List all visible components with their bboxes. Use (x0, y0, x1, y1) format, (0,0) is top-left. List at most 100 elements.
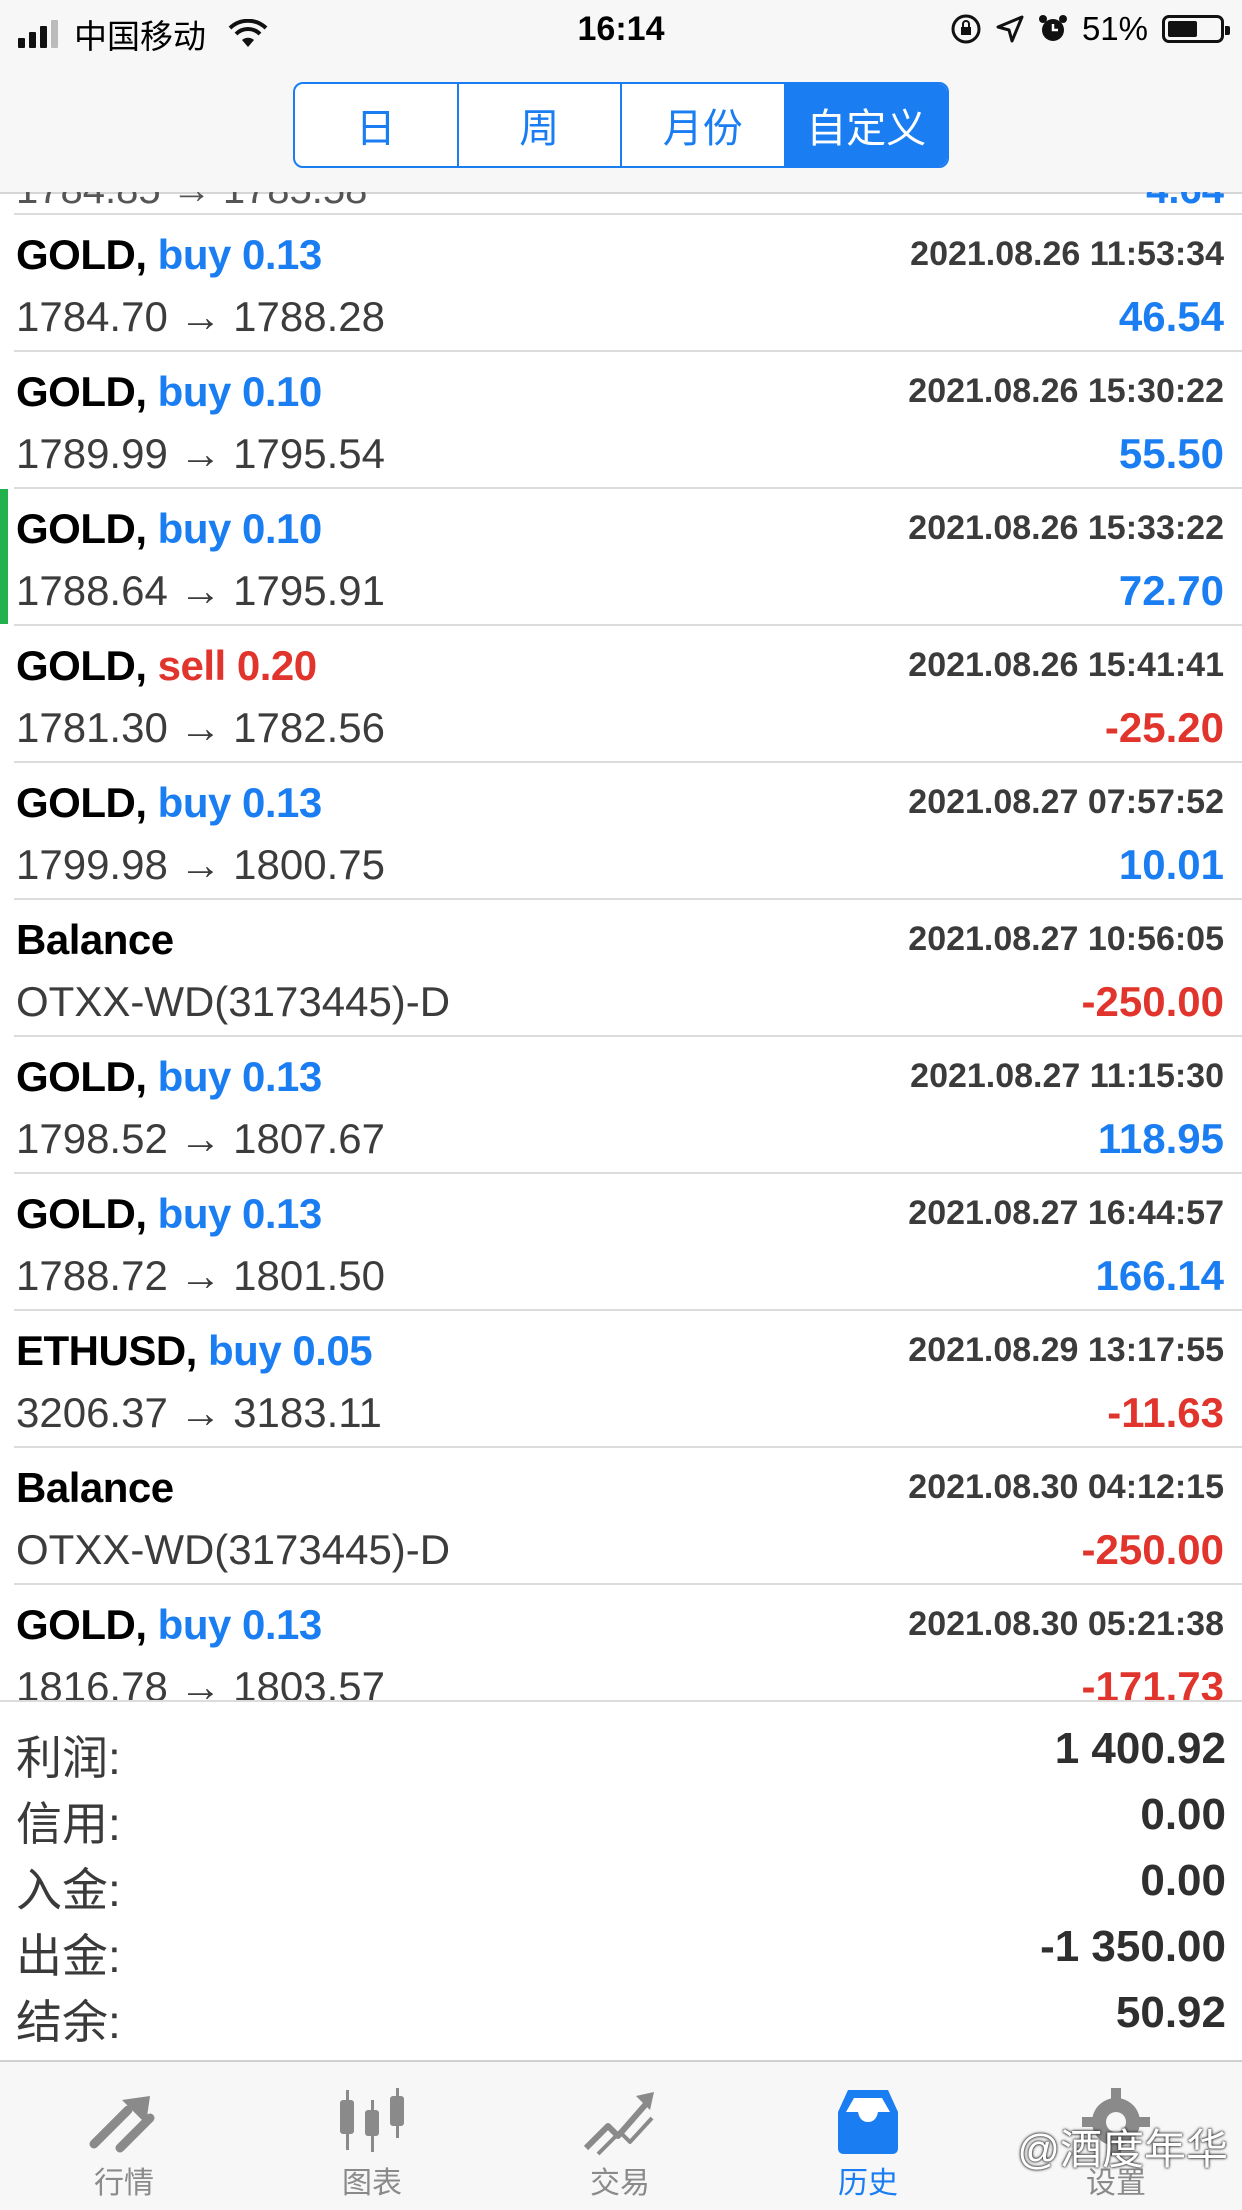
trade-time: 2021.08.27 10:56:05 (908, 920, 1224, 958)
trade-type: buy 0.05 (208, 1327, 373, 1374)
trade-volume: 0.10 (242, 368, 322, 415)
trade-time: 2021.08.26 15:41:41 (908, 646, 1224, 684)
trade-profit: -250.00 (1081, 1526, 1224, 1573)
top-bar: 中国移动 16:14 51% 日 周 月份 自定义 (0, 0, 1242, 194)
symbol-name: GOLD, (16, 368, 147, 415)
trade-direction: buy (157, 231, 232, 278)
symbol-name: GOLD, (16, 642, 147, 689)
summary-row: 结余: 50.92 (16, 1986, 1242, 2052)
summary-value: -1 350.00 (1040, 1922, 1226, 1971)
trade-profit: -25.20 (1104, 704, 1224, 751)
trade-price: 1788.64 → 1795.91 (16, 567, 385, 614)
summary-label: 出金: (16, 1930, 121, 1982)
trade-price: 1788.72 → 1801.50 (16, 1252, 385, 1299)
tab-chart[interactable]: 图表 (272, 2062, 472, 2210)
history-inbox-icon (838, 2090, 898, 2154)
trade-profit: -250.00 (1081, 978, 1224, 1025)
tab-quotes[interactable]: 行情 (24, 2062, 224, 2210)
summary-value: 1 400.92 (1054, 1724, 1226, 1773)
trade-type: sell 0.20 (158, 642, 317, 689)
trade-symbol: GOLD, buy 0.13 (16, 1190, 322, 1238)
list-item[interactable]: Balance 2021.08.27 10:56:05 OTXX-WD(317344… (14, 898, 1242, 1035)
trade-time: 2021.08.27 11:15:30 (910, 1057, 1224, 1095)
history-summary: 利润: 1 400.92 信用: 0.00 入金: 0.00 出金: -1 350.00 结余:… (0, 1700, 1242, 2052)
partial-price: 1784.85 → 1785.58 (16, 192, 367, 213)
trade-time: 2021.08.27 07:57:52 (908, 783, 1224, 821)
trade-profit: 10.01 (1118, 841, 1224, 888)
trade-volume: 0.10 (242, 505, 322, 552)
symbol-name: Balance (16, 916, 174, 963)
trade-volume: 0.20 (236, 642, 317, 689)
trade-icon (583, 2092, 654, 2156)
tab-quotes-label: 行情 (94, 2167, 154, 2200)
trade-profit: 166.14 (1095, 1252, 1224, 1299)
list-item[interactable]: GOLD, buy 0.13 2021.08.26 11:53:34 1784.70… (14, 213, 1242, 350)
trade-volume: 0.13 (242, 1053, 322, 1100)
trade-price: 1798.52 → 1807.67 (16, 1115, 385, 1162)
list-item[interactable]: GOLD, buy 0.10 2021.08.26 15:30:22 1789.99… (14, 350, 1242, 487)
trade-volume: 0.05 (292, 1327, 373, 1374)
trade-price: 3206.37 → 3183.11 (16, 1389, 382, 1436)
alarm-clock-icon (1038, 15, 1067, 41)
symbol-name: GOLD, (16, 505, 147, 552)
trade-type: buy 0.13 (157, 231, 323, 278)
trade-direction: buy (157, 368, 232, 415)
trade-symbol: GOLD, buy 0.13 (16, 1053, 322, 1101)
list-item-partial[interactable]: 1784.85 → 1785.58 4.64 (0, 192, 1242, 214)
trade-profit: 55.50 (1118, 430, 1224, 477)
trade-direction: buy (157, 505, 232, 552)
trade-symbol: Balance (16, 1464, 174, 1512)
trade-symbol: GOLD, buy 0.13 (16, 1601, 322, 1649)
segment-custom[interactable]: 自定义 (785, 84, 947, 166)
symbol-name: GOLD, (16, 1053, 147, 1100)
symbol-name: GOLD, (16, 1190, 147, 1237)
list-item[interactable]: GOLD, buy 0.13 2021.08.27 07:57:52 1799.98… (14, 761, 1242, 898)
trade-time: 2021.08.26 15:30:22 (908, 372, 1224, 410)
trade-direction: buy (157, 1190, 232, 1237)
symbol-name: GOLD, (16, 779, 147, 826)
trade-price: OTXX-WD(3173445)-D (16, 978, 451, 1025)
trade-type: buy 0.13 (158, 779, 323, 826)
tab-trade[interactable]: 交易 (520, 2062, 720, 2210)
list-item[interactable]: GOLD, buy 0.13 2021.08.27 11:15:30 1798.52… (14, 1035, 1242, 1172)
chart-candles-icon (340, 2088, 404, 2152)
trade-price: OTXX-WD(3173445)-D (16, 1526, 451, 1573)
trade-price: 1781.30 → 1782.56 (16, 704, 385, 751)
trade-type: buy 0.13 (158, 1053, 323, 1100)
trade-symbol: GOLD, sell 0.20 (16, 642, 317, 690)
trade-type: buy 0.13 (158, 1601, 323, 1648)
trade-profit: 72.70 (1118, 567, 1224, 614)
trade-direction: sell (157, 642, 227, 689)
trade-type: buy 0.10 (157, 368, 323, 415)
trade-volume: 0.13 (242, 779, 322, 826)
trade-volume: 0.13 (242, 231, 322, 278)
trade-price: 1789.99 → 1795.54 (16, 430, 385, 477)
trade-time: 2021.08.30 05:21:38 (908, 1605, 1224, 1643)
trade-time: 2021.08.29 13:17:55 (908, 1331, 1224, 1369)
summary-value: 0.00 (1140, 1856, 1226, 1905)
segment-day[interactable]: 日 (295, 84, 459, 166)
symbol-name: Balance (16, 1464, 174, 1511)
segment-week[interactable]: 周 (459, 84, 622, 166)
trade-volume: 0.13 (242, 1601, 322, 1648)
trade-profit: 46.54 (1118, 293, 1224, 340)
symbol-name: GOLD, (16, 231, 147, 278)
list-item[interactable]: GOLD, sell 0.20 2021.08.26 15:41:41 1781.3… (14, 624, 1242, 761)
list-item[interactable]: GOLD, buy 0.13 2021.08.27 16:44:57 1788.72… (14, 1172, 1242, 1309)
quotes-icon (89, 2096, 155, 2153)
trade-price: 1784.70 → 1788.28 (16, 293, 385, 340)
summary-label: 信用: (16, 1798, 121, 1850)
trade-symbol: Balance (16, 916, 174, 964)
status-bar: 中国移动 16:14 51% (0, 0, 1242, 62)
partial-profit: 4.64 (1146, 192, 1224, 213)
summary-row: 出金: -1 350.00 (16, 1920, 1242, 1986)
list-item[interactable]: ETHUSD, buy 0.05 2021.08.29 13:17:55 3206.… (14, 1309, 1242, 1446)
segment-month[interactable]: 月份 (622, 84, 786, 166)
list-item[interactable]: GOLD, buy 0.10 2021.08.26 15:33:22 1788.64… (0, 487, 1242, 624)
tab-trade-label: 交易 (590, 2167, 650, 2200)
trade-time: 2021.08.27 16:44:57 (908, 1194, 1224, 1232)
trade-profit: -11.63 (1107, 1389, 1224, 1436)
list-item[interactable]: Balance 2021.08.30 04:12:15 OTXX-WD(317344… (14, 1446, 1242, 1583)
watermark-text: @酒度年华 (1017, 2126, 1228, 2173)
tab-history[interactable]: 历史 (768, 2062, 968, 2210)
